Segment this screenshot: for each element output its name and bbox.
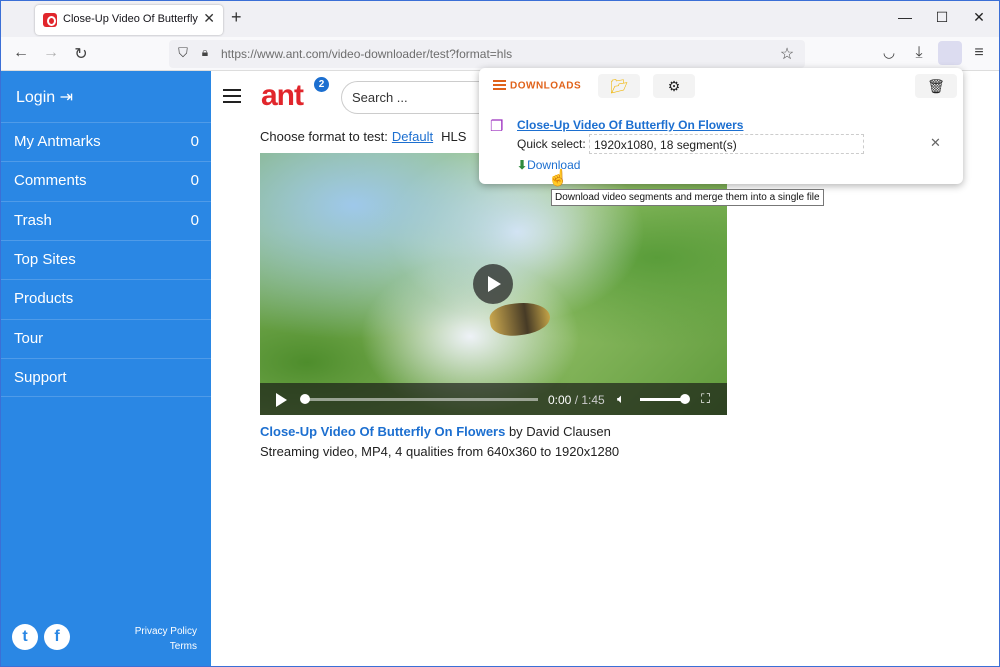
sidebar-item-label: Comments	[14, 172, 87, 189]
video-title-link[interactable]: Close-Up Video Of Butterfly On Flowers	[260, 424, 505, 439]
seek-thumb[interactable]	[300, 394, 310, 404]
default-format-link[interactable]: Default	[392, 129, 433, 144]
tab-title: Close-Up Video Of Butterfly On Flowers	[63, 13, 199, 25]
trash-icon[interactable]: 🗑︎	[915, 74, 957, 98]
downloads-icon[interactable]: ⤓	[909, 44, 929, 62]
time-current: 0:00	[548, 393, 572, 407]
time-duration: / 1:45	[571, 393, 605, 407]
video-controls: 0:00 / 1:45 🔈︎ ⛶	[260, 383, 727, 415]
time-display: 0:00 / 1:45	[548, 393, 605, 407]
twitter-icon[interactable]: t	[12, 624, 38, 650]
video-segments-icon: ❐	[490, 118, 504, 135]
sidebar-item-label: Tour	[14, 330, 44, 347]
login-icon: ⇥	[59, 89, 74, 106]
terms-link[interactable]: Terms	[170, 641, 197, 652]
play-icon[interactable]	[276, 393, 287, 407]
facebook-icon[interactable]: f	[44, 624, 70, 650]
lock-icon[interactable]: 🔒︎	[195, 45, 215, 60]
butterfly-image	[488, 298, 552, 340]
sidebar-item-top-sites[interactable]: Top Sites	[1, 240, 211, 279]
volume-thumb[interactable]	[680, 394, 690, 404]
sidebar-item-count: 0	[190, 172, 199, 189]
new-tab-button[interactable]: +	[231, 7, 242, 28]
volume-icon[interactable]: 🔈︎	[617, 391, 625, 407]
browser-window: Close-Up Video Of Butterfly On Flowers ✕…	[0, 0, 1000, 667]
ant-extension-icon[interactable]	[938, 41, 962, 65]
quick-select-dropdown[interactable]: 1920x1080, 18 segment(s)	[589, 134, 864, 154]
seek-bar[interactable]	[302, 398, 538, 401]
close-window-button[interactable]: ✕	[969, 9, 989, 26]
choose-format-label: Choose format to test:	[260, 129, 388, 144]
url-bar[interactable]: ⛉ 🔒︎ https://www.ant.com/video-downloade…	[169, 40, 805, 68]
settings-sliders-icon[interactable]: ⚙︎	[653, 74, 695, 98]
video-author: by David Clausen	[505, 424, 611, 439]
downloads-tab[interactable]: DOWNLOADS	[493, 80, 581, 92]
maximize-button[interactable]: ☐	[932, 9, 952, 26]
download-tooltip: Download video segments and merge them i…	[551, 189, 824, 206]
tab-strip: Close-Up Video Of Butterfly On Flowers ✕…	[1, 1, 999, 37]
forward-arrow-icon[interactable]: →	[41, 44, 61, 62]
ant-logo[interactable]: ant	[261, 79, 304, 113]
download-arrow-icon: ⬇	[517, 158, 528, 172]
back-arrow-icon[interactable]: ←	[11, 44, 31, 62]
sidebar: Login ⇥ My Antmarks 0 Comments 0 Trash 0…	[1, 71, 211, 666]
sidebar-item-comments[interactable]: Comments 0	[1, 161, 211, 200]
play-overlay-icon[interactable]	[473, 264, 513, 304]
sidebar-item-support[interactable]: Support	[1, 358, 211, 397]
sidebar-item-label: Top Sites	[14, 251, 76, 268]
volume-slider[interactable]	[640, 398, 684, 401]
list-icon	[493, 80, 506, 92]
reload-icon[interactable]: ↻	[71, 44, 91, 64]
sidebar-item-tour[interactable]: Tour	[1, 319, 211, 358]
notification-badge: 2	[314, 77, 329, 92]
login-link[interactable]: Login ⇥	[16, 87, 73, 107]
video-caption: Close-Up Video Of Butterfly On Flowers b…	[260, 424, 611, 439]
remove-item-icon[interactable]: ✕	[930, 135, 941, 151]
privacy-policy-link[interactable]: Privacy Policy	[135, 626, 197, 637]
search-placeholder: Search ...	[352, 90, 408, 105]
sidebar-item-label: Products	[14, 290, 74, 307]
video-description: Streaming video, MP4, 4 qualities from 6…	[260, 444, 620, 459]
minimize-button[interactable]: —	[895, 9, 915, 25]
menu-icon[interactable]: ≡	[969, 44, 989, 62]
bookmark-star-icon[interactable]: ☆	[777, 44, 797, 64]
sidebar-item-my-antmarks[interactable]: My Antmarks 0	[1, 122, 211, 161]
hls-format-label: HLS	[441, 129, 467, 144]
hand-cursor-icon: ☝	[548, 170, 568, 187]
sidebar-item-count: 0	[190, 133, 199, 150]
pocket-icon[interactable]: ◡	[879, 44, 899, 61]
browser-tab[interactable]: Close-Up Video Of Butterfly On Flowers ✕	[35, 5, 223, 35]
sidebar-item-label: Trash	[14, 212, 52, 229]
download-item-title[interactable]: Close-Up Video Of Butterfly On Flowers	[517, 118, 743, 132]
downloads-popup: DOWNLOADS 📂︎ ⚙︎ 🗑︎ ❐ Close-Up Video Of B…	[479, 68, 963, 184]
sidebar-item-count: 0	[190, 212, 199, 229]
shield-icon[interactable]: ⛉	[173, 45, 193, 61]
login-label: Login	[16, 89, 56, 106]
tab-close-icon[interactable]: ✕	[203, 10, 215, 27]
quick-select-label: Quick select:	[517, 137, 586, 151]
search-input[interactable]: Search ...	[341, 81, 491, 114]
folder-icon[interactable]: 📂︎	[598, 74, 640, 98]
sidebar-item-label: Support	[14, 369, 67, 386]
sidebar-item-products[interactable]: Products	[1, 279, 211, 318]
format-chooser: Choose format to test: Default HLS	[260, 129, 466, 144]
ant-favicon-icon	[43, 13, 57, 27]
downloads-tab-label: DOWNLOADS	[510, 80, 582, 92]
sidebar-item-trash[interactable]: Trash 0	[1, 201, 211, 240]
sidebar-item-label: My Antmarks	[14, 133, 101, 150]
fullscreen-icon[interactable]: ⛶	[701, 391, 710, 407]
hamburger-menu-icon[interactable]	[223, 89, 241, 107]
navigation-bar: ← → ↻ ⛉ 🔒︎ https://www.ant.com/video-dow…	[1, 37, 999, 71]
url-text[interactable]: https://www.ant.com/video-downloader/tes…	[221, 47, 512, 61]
